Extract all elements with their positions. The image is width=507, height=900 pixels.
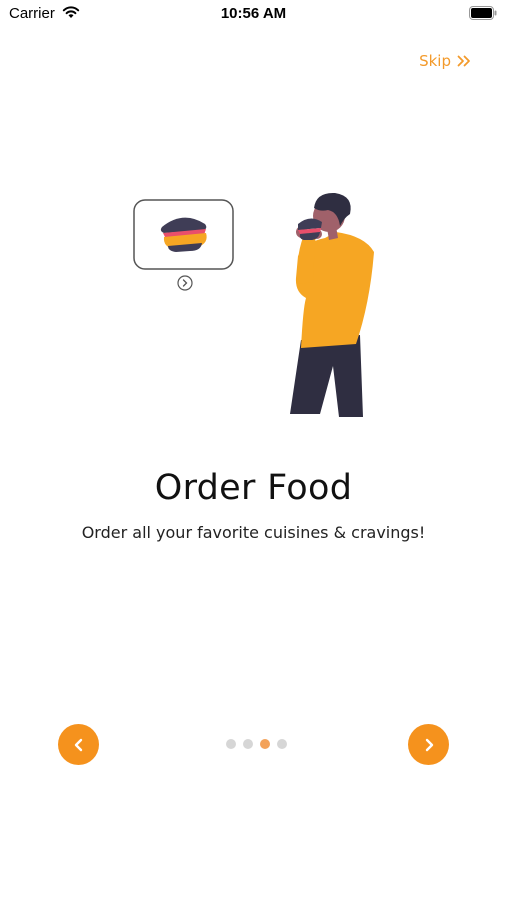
onboarding-screen: Carrier 10:56 AM Skip Order Food Order a…: [0, 0, 507, 900]
slide-title: Order Food: [154, 468, 353, 508]
bubble-chevron-circle: [177, 275, 193, 291]
double-chevron-right-icon: [457, 55, 470, 67]
page-dot-2[interactable]: [243, 739, 253, 749]
page-dot-4[interactable]: [277, 739, 287, 749]
next-button[interactable]: [408, 724, 449, 765]
skip-button[interactable]: Skip: [419, 52, 471, 70]
status-time: 10:56 AM: [220, 5, 287, 22]
chevron-right-icon: [425, 738, 433, 751]
burger-bubble: [133, 199, 234, 291]
status-bar: Carrier 10:56 AM: [0, 0, 507, 28]
previous-button[interactable]: [58, 724, 99, 765]
page-dot-1[interactable]: [226, 739, 236, 749]
page-dot-3[interactable]: [260, 739, 270, 749]
page-indicator: [226, 739, 287, 749]
skip-label: Skip: [419, 52, 451, 70]
person-figure: [290, 192, 374, 417]
person-eating-burger-illustration: [133, 192, 374, 417]
chevron-left-icon: [74, 738, 82, 751]
battery-icon: [469, 6, 497, 20]
slide-subtitle: Order all your favorite cuisines & cravi…: [81, 523, 426, 542]
